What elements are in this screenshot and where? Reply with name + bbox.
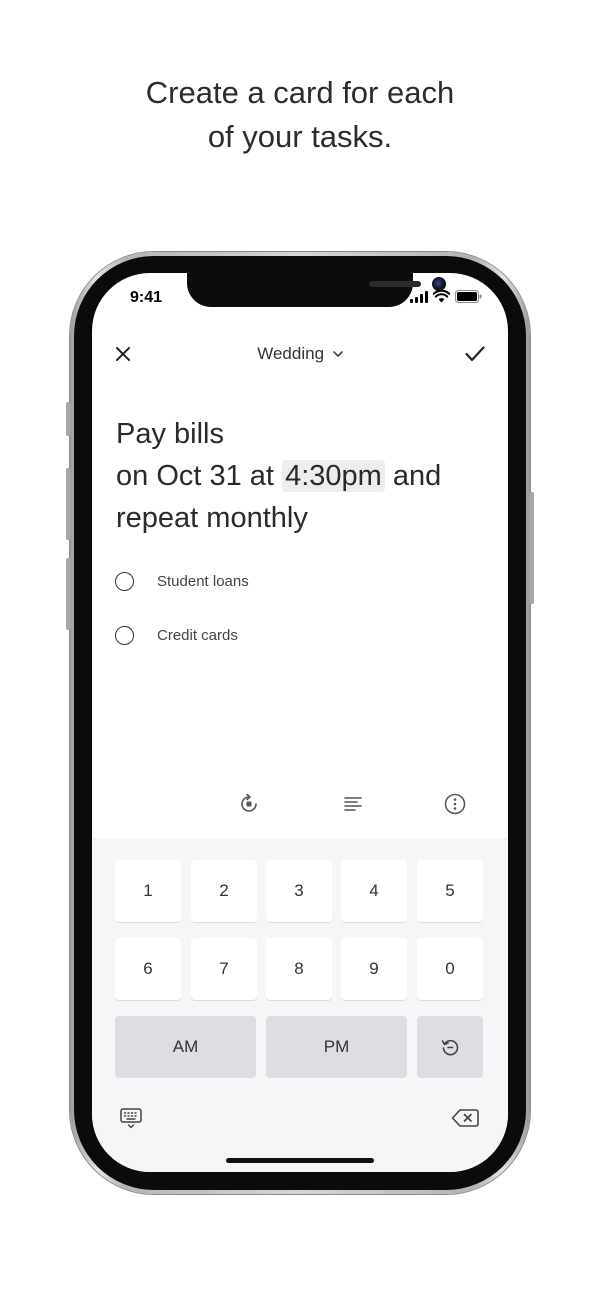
task-input[interactable]: Pay bills on Oct 31 at 4:30pm and repeat… bbox=[116, 413, 486, 539]
subtask-label: Student loans bbox=[157, 572, 249, 590]
notes-icon[interactable] bbox=[340, 791, 366, 817]
task-conjunction: and bbox=[392, 460, 442, 492]
key-5[interactable]: 5 bbox=[417, 860, 483, 922]
subtask-checkbox[interactable] bbox=[115, 571, 134, 591]
home-indicator[interactable] bbox=[226, 1158, 374, 1163]
volume-up-button bbox=[66, 468, 71, 540]
pm-button[interactable]: PM bbox=[266, 1016, 407, 1078]
task-date-text: on Oct 31 at bbox=[116, 460, 274, 492]
notch bbox=[187, 273, 446, 307]
time-keypad: 1 2 3 4 5 6 7 8 9 0 AM PM bbox=[92, 838, 508, 1172]
promo-headline-line1: Create a card for each bbox=[145, 75, 455, 110]
wifi-icon bbox=[433, 290, 450, 303]
reset-time-icon bbox=[441, 1039, 459, 1056]
checkmark-icon bbox=[465, 346, 485, 362]
key-7[interactable]: 7 bbox=[191, 938, 257, 1000]
promo-headline-line2: of your tasks. bbox=[207, 119, 393, 154]
task-repeat-text: repeat monthly bbox=[116, 502, 308, 534]
keyboard-icon bbox=[120, 1108, 142, 1129]
backspace-button[interactable] bbox=[450, 1105, 480, 1131]
more-options-icon[interactable] bbox=[442, 791, 468, 817]
task-time-token[interactable]: 4:30pm bbox=[282, 460, 385, 492]
key-6[interactable]: 6 bbox=[115, 938, 181, 1000]
volume-down-button bbox=[66, 558, 71, 630]
confirm-button[interactable] bbox=[462, 342, 488, 366]
keyboard-toggle-button[interactable] bbox=[118, 1105, 144, 1131]
key-1[interactable]: 1 bbox=[115, 860, 181, 922]
subtask-checkbox[interactable] bbox=[115, 625, 134, 645]
repeat-icon[interactable] bbox=[236, 791, 262, 817]
list-name: Wedding bbox=[257, 344, 325, 363]
status-time: 9:41 bbox=[130, 289, 163, 306]
earpiece-speaker bbox=[369, 281, 421, 287]
key-2[interactable]: 2 bbox=[191, 860, 257, 922]
task-date-line: on Oct 31 at 4:30pm and bbox=[116, 455, 486, 497]
key-3[interactable]: 3 bbox=[266, 860, 332, 922]
chevron-down-icon bbox=[332, 351, 343, 357]
front-camera bbox=[432, 277, 446, 291]
status-icons bbox=[410, 290, 482, 305]
cellular-signal-icon bbox=[410, 291, 428, 303]
key-4[interactable]: 4 bbox=[341, 860, 407, 922]
key-8[interactable]: 8 bbox=[266, 938, 332, 1000]
am-button[interactable]: AM bbox=[115, 1016, 256, 1078]
power-button bbox=[529, 492, 534, 604]
key-0[interactable]: 0 bbox=[417, 938, 483, 1000]
list-selector[interactable]: Wedding bbox=[92, 344, 508, 364]
subtask-label: Credit cards bbox=[157, 626, 238, 644]
subtask-item[interactable]: Student loans bbox=[115, 570, 249, 592]
battery-icon bbox=[455, 290, 482, 303]
task-title: Pay bills bbox=[116, 418, 224, 450]
mute-switch bbox=[66, 402, 71, 436]
reset-time-button[interactable] bbox=[417, 1016, 483, 1078]
subtask-item[interactable]: Credit cards bbox=[115, 624, 238, 646]
phone-screen: 9:41 Wedding Pay bills on Oct 31 at 4:30… bbox=[92, 273, 508, 1172]
key-9[interactable]: 9 bbox=[341, 938, 407, 1000]
backspace-icon bbox=[451, 1109, 479, 1127]
